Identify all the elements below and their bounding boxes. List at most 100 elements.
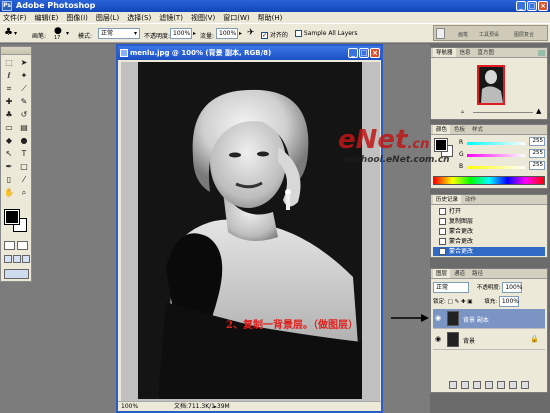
document-maximize-icon[interactable]: □ [359,48,369,58]
document-title-bar[interactable]: menlu.jpg @ 100% (背景 副本, RGB/8) _ □ × [118,46,381,60]
tab-layers[interactable]: 图层 [433,269,451,278]
healing-brush-tool-icon[interactable]: ✚ [2,96,16,108]
path-selection-tool-icon[interactable]: ↖ [2,148,16,160]
shape-tool-icon[interactable]: □ [17,161,31,173]
tools-panel-grip[interactable] [1,47,31,55]
palette-well-tab-tool-presets[interactable]: 工具预设 [479,31,499,38]
color-r-slider[interactable] [467,142,525,145]
tab-color[interactable]: 颜色 [433,125,451,134]
lasso-tool-icon[interactable]: ℓ [2,70,16,82]
standard-screen-icon[interactable] [4,255,12,263]
lock-image-icon[interactable]: ✎ [455,299,460,305]
layers-opacity-input[interactable]: 100% [502,282,523,293]
history-item[interactable]: 打开 [433,207,545,216]
eye-icon[interactable]: ◉ [435,315,443,322]
brush-picker-arrow-icon[interactable]: ▾ [66,30,69,37]
notes-tool-icon[interactable]: ▯ [2,174,16,186]
layer-row-background-copy[interactable]: ◉ 背景 副本 [433,309,545,329]
tab-channels[interactable]: 通道 [451,269,468,278]
opacity-input[interactable]: 100% [170,28,192,39]
standard-mode-icon[interactable] [4,241,15,250]
menu-item-help[interactable]: 帮助(H) [258,13,283,23]
status-menu-arrow-icon[interactable]: ▸ [214,402,217,412]
lock-transparent-icon[interactable]: □ [448,299,453,305]
navigator-thumbnail[interactable] [477,65,505,105]
document-canvas[interactable] [121,62,380,403]
layer-row-background[interactable]: ◉ 背景 🔒 [433,330,545,350]
color-b-slider[interactable] [467,166,525,169]
menu-item-edit[interactable]: 编辑(E) [35,13,59,23]
new-group-icon[interactable] [497,381,505,389]
fill-input[interactable]: 100% [498,296,519,307]
blur-tool-icon[interactable]: ◆ [2,135,16,147]
airbrush-icon[interactable]: ✈ [247,28,255,38]
menu-item-window[interactable]: 窗口(W) [223,13,249,23]
blend-mode-select[interactable]: 正常 [433,282,469,293]
color-r-input[interactable]: 255 [529,137,545,146]
bridge-icon[interactable] [436,28,445,39]
close-icon[interactable]: × [538,1,548,11]
portrait-photo[interactable] [138,62,362,399]
palette-well-tab-layer-comps[interactable]: 图层复合 [514,31,534,38]
magic-wand-tool-icon[interactable]: ✦ [17,70,31,82]
tab-histogram[interactable]: 直方图 [475,48,498,57]
panel-menu-icon[interactable] [538,50,545,56]
lock-position-icon[interactable]: ✚ [461,299,466,305]
eyedropper-tool-icon[interactable]: ⁄ [17,174,31,186]
clone-stamp-tool-icon[interactable]: ♣ [2,109,16,121]
foreground-color-swatch[interactable] [4,209,20,225]
flow-input[interactable]: 100% [216,28,238,39]
mode-select[interactable]: 正常 ▾ [98,28,140,39]
color-swatches[interactable] [4,209,29,234]
new-layer-icon[interactable] [509,381,517,389]
marquee-tool-icon[interactable]: ⬚ [2,57,16,69]
type-tool-icon[interactable]: T [17,148,31,160]
menu-item-filter[interactable]: 滤镜(T) [159,13,183,23]
eye-icon[interactable]: ◉ [435,336,443,343]
maximize-icon[interactable]: □ [527,1,537,11]
sample-all-layers-checkbox[interactable]: Sample All Layers [295,30,358,37]
minimize-icon[interactable]: _ [516,1,526,11]
history-item-selected[interactable]: 蒙合更改 [433,247,545,256]
zoom-in-icon[interactable]: ▲ [536,107,541,115]
brush-tool-icon[interactable]: ✎ [17,96,31,108]
menu-item-file[interactable]: 文件(F) [3,13,27,23]
color-g-slider[interactable] [467,154,525,157]
zoom-slider[interactable] [473,112,533,113]
tab-navigator[interactable]: 导航器 [433,48,456,57]
opacity-arrow-icon[interactable]: ▸ [193,30,196,37]
document-minimize-icon[interactable]: _ [348,48,358,58]
menu-item-layer[interactable]: 图层(L) [96,13,119,23]
lock-all-icon[interactable]: ▣ [467,299,472,305]
jump-to-imageready-icon[interactable] [4,269,29,279]
gradient-tool-icon[interactable]: ▤ [17,122,31,134]
tab-styles[interactable]: 样式 [469,125,486,134]
tab-actions[interactable]: 动作 [462,195,479,204]
crop-tool-icon[interactable]: ⌗ [2,83,16,95]
zoom-level[interactable]: 100% [121,402,138,412]
history-brush-tool-icon[interactable]: ↺ [17,109,31,121]
tab-history[interactable]: 历史记录 [433,195,462,204]
zoom-tool-icon[interactable]: ⌕ [17,187,31,199]
tab-info[interactable]: 信息 [457,48,474,57]
eraser-tool-icon[interactable]: ▭ [2,122,16,134]
layer-style-icon[interactable] [461,381,469,389]
layer-mask-icon[interactable] [473,381,481,389]
foreground-color-swatch[interactable] [434,138,448,152]
menu-item-image[interactable]: 图像(I) [66,13,88,23]
full-screen-menu-icon[interactable] [13,255,21,263]
full-screen-icon[interactable] [22,255,30,263]
dodge-tool-icon[interactable]: ● [17,135,31,147]
aligned-checkbox[interactable]: ✓ 对齐的 [261,30,288,39]
menu-item-view[interactable]: 视图(V) [191,13,215,23]
tool-preset-arrow-icon[interactable]: ▾ [14,30,17,37]
delete-layer-icon[interactable] [521,381,529,389]
history-item[interactable]: 蒙合更改 [433,237,545,246]
menu-item-select[interactable]: 选择(S) [127,13,151,23]
link-layers-icon[interactable] [449,381,457,389]
slice-tool-icon[interactable]: ⟋ [17,83,31,95]
palette-well-tab-brushes[interactable]: 画笔 [458,31,468,38]
color-spectrum[interactable] [433,176,545,185]
tab-paths[interactable]: 路径 [469,269,486,278]
history-item[interactable]: 复制图层 [433,217,545,226]
